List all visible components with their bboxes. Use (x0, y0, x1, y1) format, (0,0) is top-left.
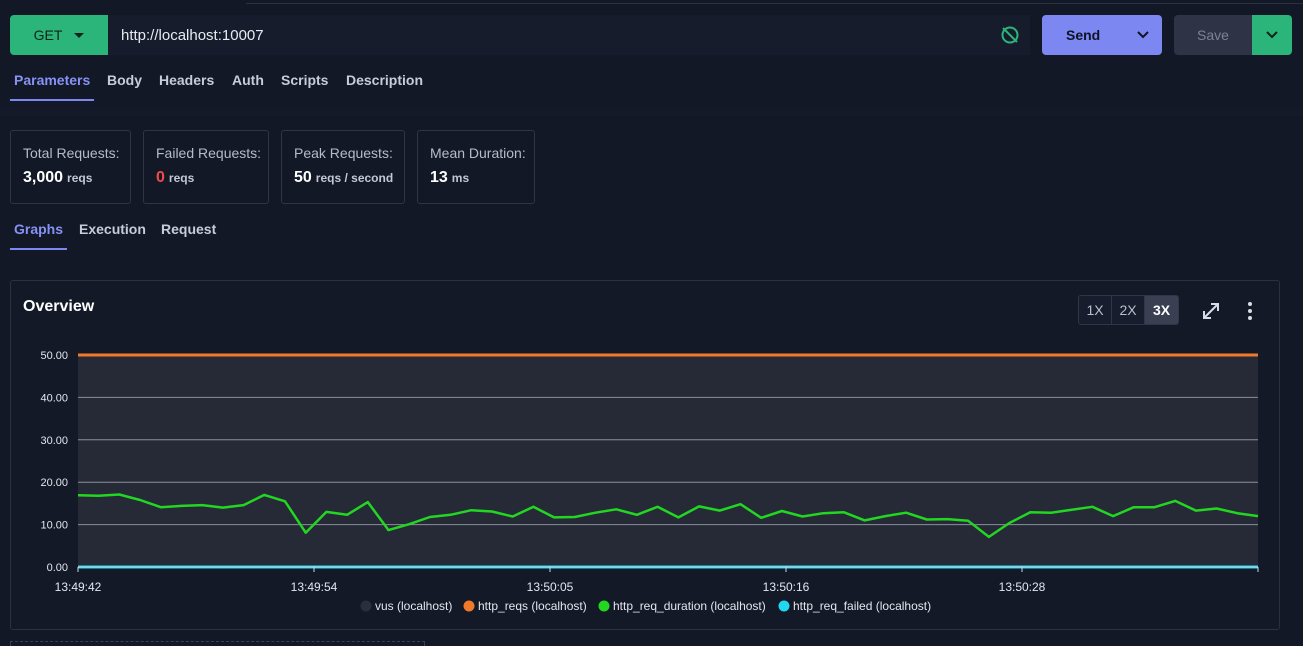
stat-value: 13 ms (430, 169, 470, 186)
tab-description[interactable]: Description (346, 72, 423, 88)
send-label: Send (1066, 27, 1101, 43)
legend-marker-http-req-duration (598, 600, 610, 612)
chevron-down-icon (1266, 31, 1278, 39)
caret-down-icon (74, 32, 85, 38)
stat-label: Total Requests: (23, 145, 120, 161)
plot-area (78, 355, 1258, 567)
stat-value: 0 reqs (156, 169, 195, 186)
save-options-button[interactable] (1252, 15, 1292, 55)
stat-card-total: Total Requests: 3,000 reqs (10, 130, 131, 204)
stat-card-mean: Mean Duration: 13 ms (417, 130, 535, 204)
stat-label: Failed Requests: (156, 145, 262, 161)
tab-body[interactable]: Body (107, 72, 142, 88)
legend-marker-vus (360, 600, 372, 612)
save-label: Save (1197, 27, 1229, 43)
sync-disabled-icon[interactable] (1000, 25, 1020, 45)
y-tick-label: 20.00 (40, 477, 68, 489)
x-tick-label: 13:49:54 (291, 580, 338, 594)
y-tick-label: 50.00 (40, 350, 68, 362)
tab-scripts[interactable]: Scripts (281, 72, 328, 88)
x-tick-label: 13:49:42 (55, 580, 102, 594)
x-tick-label: 13:50:16 (763, 580, 810, 594)
legend-marker-http-req-failed (778, 600, 790, 612)
legend-marker-http-reqs (463, 600, 475, 612)
stat-card-peak: Peak Requests: 50 reqs / second (281, 130, 405, 204)
legend-label-http-req-failed: http_req_failed (localhost) (793, 599, 931, 613)
y-tick-label: 40.00 (40, 392, 68, 404)
method-label: GET (33, 27, 63, 43)
top-border (246, 0, 1303, 4)
url-input[interactable]: http://localhost:10007 (108, 15, 1030, 55)
save-button[interactable]: Save (1174, 15, 1252, 55)
legend-label-http-req-duration: http_req_duration (localhost) (613, 599, 766, 613)
tab-graphs[interactable]: Graphs (9, 221, 68, 250)
overview-panel: Overview 1X 2X 3X 0.00 10.00 20.00 30.00 40.… (10, 280, 1280, 630)
legend-label-http-reqs: http_reqs (localhost) (478, 599, 587, 613)
tab-parameters[interactable]: Parameters (9, 72, 95, 101)
stat-value: 3,000 reqs (23, 169, 93, 186)
url-text: http://localhost:10007 (121, 26, 264, 44)
method-dropdown[interactable]: GET (10, 15, 108, 55)
y-tick-label: 0.00 (47, 562, 68, 574)
y-tick-label: 10.00 (40, 520, 68, 532)
stat-value: 50 reqs / second (294, 169, 394, 186)
section-divider (0, 102, 1303, 116)
tab-auth[interactable]: Auth (232, 72, 264, 88)
legend-label-vus: vus (localhost) (375, 599, 452, 613)
tab-request[interactable]: Request (161, 221, 216, 237)
next-panel-edge (10, 641, 425, 646)
tab-headers[interactable]: Headers (159, 72, 214, 88)
stat-card-failed: Failed Requests: 0 reqs (143, 130, 269, 204)
x-tick-label: 13:50:05 (527, 580, 574, 594)
tab-execution[interactable]: Execution (79, 221, 146, 237)
overview-chart: 0.00 10.00 20.00 30.00 40.00 50.00 13:49:42 13:… (40, 350, 1259, 613)
chevron-down-icon[interactable] (1136, 28, 1150, 42)
stat-label: Mean Duration: (430, 145, 526, 161)
stat-label: Peak Requests: (294, 145, 393, 161)
y-tick-label: 30.00 (40, 435, 68, 447)
x-tick-label: 13:50:28 (999, 580, 1046, 594)
send-button[interactable]: Send (1042, 15, 1162, 55)
